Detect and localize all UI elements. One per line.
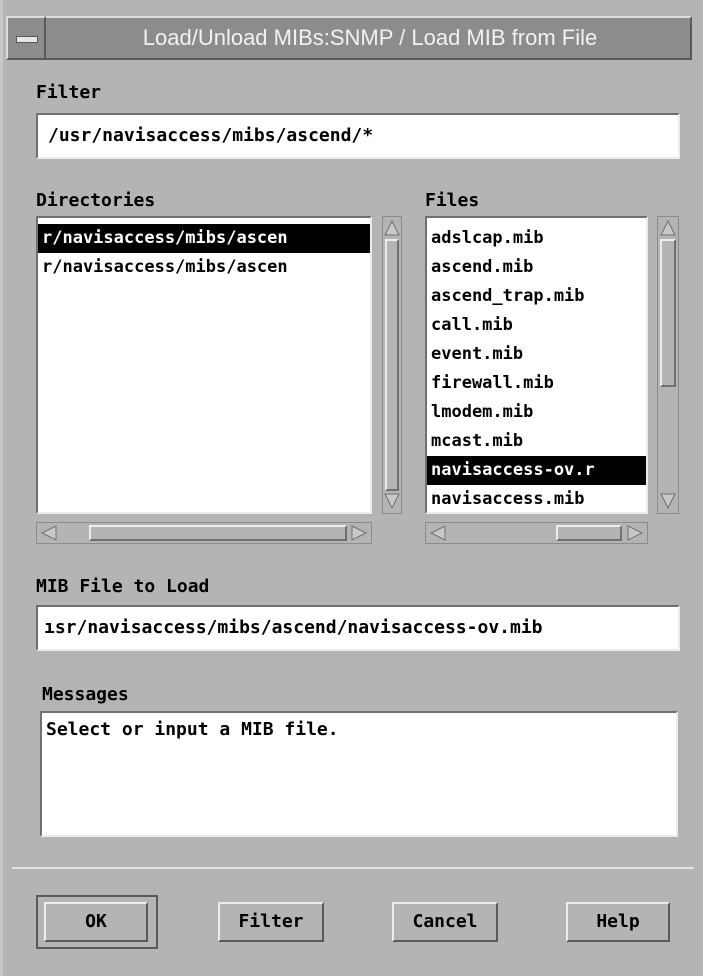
ok-button[interactable]: OK [44,902,148,942]
arrow-left-icon[interactable] [428,524,448,542]
filter-input-value: /usr/navisaccess/mibs/ascend/* [48,125,374,146]
directories-label: Directories [36,190,156,211]
help-button[interactable]: Help [566,902,670,942]
directory-item[interactable]: r/navisaccess/mibs/ascen [38,253,370,282]
file-item[interactable]: adslcap.mib [427,224,646,253]
arrow-left-icon[interactable] [39,524,59,542]
cancel-button[interactable]: Cancel [392,902,498,942]
arrow-up-icon[interactable] [384,219,400,237]
files-vscrollbar[interactable] [657,216,679,514]
directories-hscroll-thumb[interactable] [89,525,347,541]
separator [12,867,694,869]
arrow-right-icon[interactable] [625,524,645,542]
directories-vscrollbar[interactable] [382,216,402,514]
messages-text: Select or input a MIB file. [46,719,339,740]
mib-file-label: MIB File to Load [36,576,210,597]
file-item[interactable]: lmodem.mib [427,398,646,427]
files-hscrollbar[interactable] [425,522,648,544]
mib-file-input-value: ısr/navisaccess/mibs/ascend/navisaccess-… [44,617,543,638]
filter-button[interactable]: Filter [218,902,324,942]
filter-label: Filter [36,82,102,103]
file-item[interactable]: firewall.mib [427,369,646,398]
file-item[interactable]: call.mib [427,311,646,340]
mib-file-input[interactable]: ısr/navisaccess/mibs/ascend/navisaccess-… [36,605,680,651]
directories-vscroll-thumb[interactable] [385,239,399,491]
file-item[interactable]: ascend.mib [427,253,646,282]
arrow-right-icon[interactable] [349,524,369,542]
messages-label: Messages [42,684,129,705]
file-item[interactable]: ascend_trap.mib [427,282,646,311]
directory-item[interactable]: r/navisaccess/mibs/ascen [38,224,370,253]
directories-hscrollbar[interactable] [36,522,372,544]
arrow-up-icon[interactable] [659,219,677,237]
file-item[interactable]: navisaccess-ov.r [427,456,646,485]
file-item[interactable]: navisaccess.mib [427,485,646,512]
arrow-down-icon[interactable] [659,492,677,510]
files-vscroll-thumb[interactable] [660,239,676,387]
messages-area: Select or input a MIB file. [40,711,678,837]
files-list[interactable]: adslcap.mib ascend.mib ascend_trap.mib c… [425,216,648,514]
file-item[interactable]: mcast.mib [427,427,646,456]
files-label: Files [425,190,480,211]
window-menu-icon[interactable] [6,16,46,60]
filter-input[interactable]: /usr/navisaccess/mibs/ascend/* [36,113,680,159]
files-hscroll-thumb[interactable] [556,525,622,541]
directories-list[interactable]: r/navisaccess/mibs/ascen r/navisaccess/m… [36,216,372,514]
arrow-down-icon[interactable] [384,492,400,510]
file-item[interactable]: event.mib [427,340,646,369]
window-title: Load/Unload MIBs:SNMP / Load MIB from Fi… [142,25,598,50]
